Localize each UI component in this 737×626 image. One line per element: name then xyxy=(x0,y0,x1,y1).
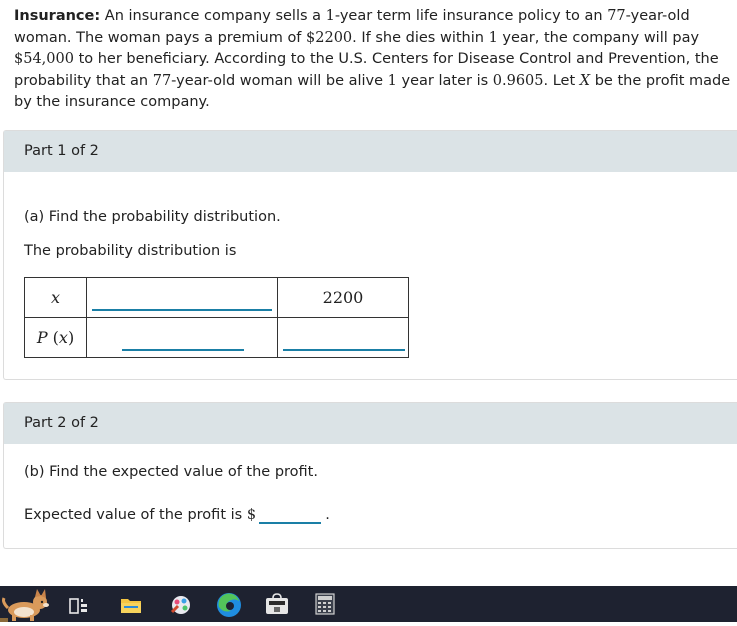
px-value-1-input[interactable] xyxy=(86,317,278,358)
windows-taskbar xyxy=(0,586,737,622)
px-value-2-input[interactable] xyxy=(277,317,409,358)
x-label: x xyxy=(24,277,87,318)
task-view-icon[interactable] xyxy=(69,596,89,618)
file-explorer-icon[interactable] xyxy=(120,595,142,619)
part-1-subtext: The probability distribution is xyxy=(24,243,237,259)
calculator-icon[interactable] xyxy=(315,593,335,619)
x-value-2: 2200 xyxy=(277,277,409,318)
part-1-header: Part 1 of 2 xyxy=(4,131,737,172)
problem-label: Insurance: xyxy=(14,8,101,24)
x-value-1-underline xyxy=(92,309,272,311)
part-2-header: Part 2 of 2 xyxy=(4,403,737,444)
edge-browser-icon[interactable] xyxy=(215,591,243,623)
expected-value-input[interactable] xyxy=(258,510,321,524)
px-value-2-underline xyxy=(283,349,405,351)
px-label: P (x) xyxy=(24,317,87,358)
problem-statement: Insurance: An insurance company sells a … xyxy=(14,8,731,110)
probability-table: x 2200 P (x) xyxy=(24,277,409,358)
part-2-panel: Part 2 of 2 (b) Find the expected value … xyxy=(3,402,737,549)
table-row-x: x 2200 xyxy=(24,277,409,318)
part-1-panel: Part 1 of 2 (a) Find the probability dis… xyxy=(3,130,737,380)
table-row-px: P (x) xyxy=(24,317,409,358)
px-value-1-underline xyxy=(122,349,244,351)
x-value-1-input[interactable] xyxy=(86,277,278,318)
snipping-tool-icon[interactable] xyxy=(168,592,194,622)
store-icon[interactable] xyxy=(265,593,289,619)
part-1-question: (a) Find the probability distribution. xyxy=(24,209,281,225)
corgi-widget-icon[interactable] xyxy=(0,588,54,626)
part-2-question: (b) Find the expected value of the profi… xyxy=(24,464,318,480)
expected-value-line: Expected value of the profit is $ . xyxy=(24,507,330,524)
